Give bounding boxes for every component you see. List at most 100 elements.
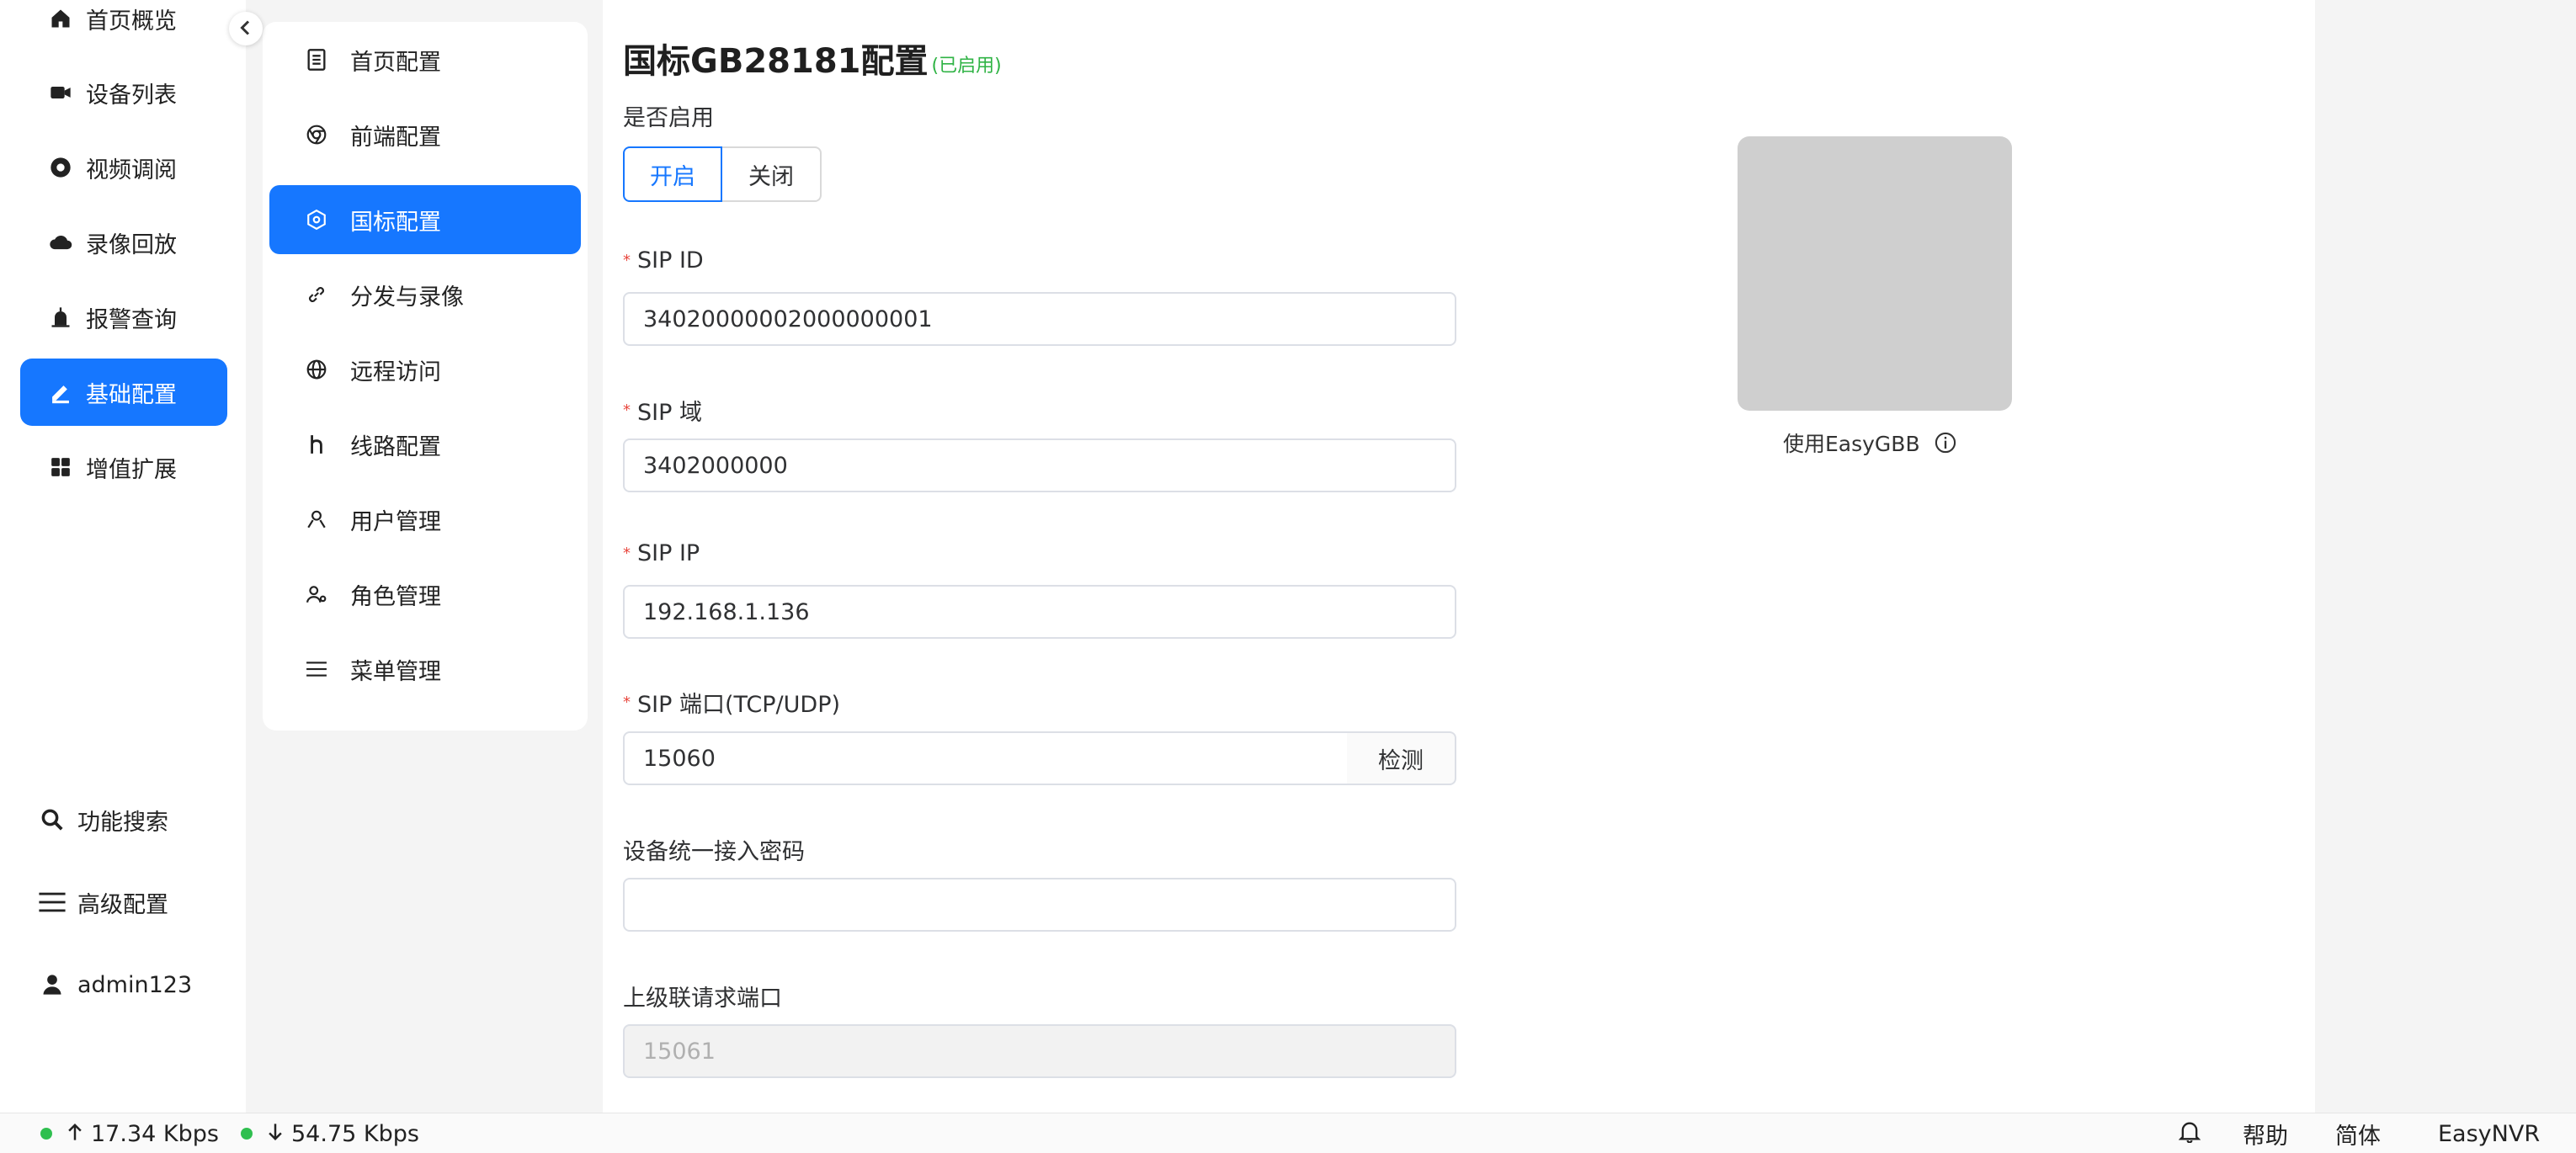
password-label-text: 设备统一接入密码 <box>623 839 805 865</box>
notification-bell[interactable] <box>2178 1113 2201 1153</box>
submenu-item-label: 远程访问 <box>350 359 441 385</box>
page-title-text: 国标GB28181配置 <box>623 42 929 81</box>
list-icon <box>303 659 330 679</box>
qr-caption-text: 使用EasyGBB <box>1783 432 1920 456</box>
submenu-item-label: 用户管理 <box>350 508 441 535</box>
function-search-label: 功能搜索 <box>77 809 168 836</box>
home-icon <box>45 7 76 30</box>
status-badge: (已启用) <box>931 56 1002 77</box>
submenu-item-menu-management[interactable]: 菜单管理 <box>269 635 581 704</box>
sip-port-input[interactable]: 15060 <box>623 731 1349 785</box>
sip-domain-label: * SIP 域 <box>623 394 702 427</box>
sidebar-item-label: 首页概览 <box>86 8 177 35</box>
enable-off-button[interactable]: 关闭 <box>722 146 822 202</box>
sidebar-item-home[interactable]: 首页概览 <box>20 0 227 52</box>
help-link[interactable]: 帮助 <box>2243 1113 2288 1153</box>
bell-icon <box>2178 1119 2201 1149</box>
page-title: 国标GB28181配置 (已启用) <box>623 34 1002 82</box>
user-account-label: admin123 <box>77 971 193 998</box>
upload-rate-text: 17.34 Kbps <box>91 1120 219 1147</box>
sidebar-item-label: 基础配置 <box>86 381 177 408</box>
cascade-port-input: 15061 <box>623 1024 1456 1078</box>
required-mark: * <box>623 545 631 562</box>
sip-id-label: * SIP ID <box>623 247 704 274</box>
sidebar-item-basic-config[interactable]: 基础配置 <box>20 359 227 426</box>
camera-icon <box>45 81 76 104</box>
edit-icon <box>45 380 76 404</box>
submenu-item-frontend-config[interactable]: 前端配置 <box>269 100 581 169</box>
status-bar: 17.34 Kbps 54.75 Kbps 帮助 简体 EasyNVR <box>0 1113 2576 1153</box>
sip-ip-label-text: SIP IP <box>637 540 700 566</box>
globe-icon <box>303 359 330 380</box>
online-dot <box>241 1128 253 1140</box>
sidebar-item-playback[interactable]: 录像回放 <box>20 209 227 276</box>
collapse-sidebar-button[interactable] <box>229 12 263 45</box>
brand-label: EasyNVR <box>2438 1120 2541 1147</box>
chrome-icon <box>303 124 330 146</box>
sip-id-input[interactable]: 34020000002000000001 <box>623 292 1456 346</box>
user-account-button[interactable]: admin123 <box>37 959 192 1010</box>
link-icon <box>303 284 330 306</box>
download-rate-text: 54.75 Kbps <box>291 1120 419 1147</box>
enable-toggle-group: 开启 关闭 <box>623 146 822 202</box>
cloud-icon <box>45 231 76 254</box>
qr-code-placeholder <box>1738 136 2012 411</box>
sidebar-item-label: 设备列表 <box>86 82 177 109</box>
submenu-item-label: 首页配置 <box>350 49 441 76</box>
submenu-item-remote-access[interactable]: 远程访问 <box>269 335 581 404</box>
enable-on-button[interactable]: 开启 <box>623 146 722 202</box>
sip-ip-label: * SIP IP <box>623 540 700 566</box>
sip-port-label-text: SIP 端口(TCP/UDP) <box>637 692 841 718</box>
sip-ip-input[interactable]: 192.168.1.136 <box>623 585 1456 639</box>
submenu-item-label: 菜单管理 <box>350 658 441 685</box>
sidebar-item-devices[interactable]: 设备列表 <box>20 59 227 126</box>
network-icon <box>303 209 330 231</box>
menu-icon <box>37 890 67 915</box>
gb28181-config-panel: 国标GB28181配置 (已启用) 是否启用 开启 关闭 * SIP ID 34… <box>603 0 2315 1113</box>
sidebar-item-extensions[interactable]: 增值扩展 <box>20 433 227 501</box>
route-icon <box>303 433 330 455</box>
sip-domain-input[interactable]: 3402000000 <box>623 438 1456 492</box>
submenu-item-gb-config[interactable]: 国标配置 <box>269 185 581 254</box>
advanced-config-button[interactable]: 高级配置 <box>37 877 168 927</box>
language-switch[interactable]: 简体 <box>2335 1113 2381 1153</box>
video-icon <box>45 156 76 179</box>
enable-label: 是否启用 <box>623 99 714 132</box>
cascade-port-label: 上级联请求端口 <box>623 980 782 1012</box>
user-icon <box>303 508 330 530</box>
submenu-item-label: 线路配置 <box>350 433 441 460</box>
download-rate: 54.75 Kbps <box>241 1113 419 1153</box>
info-icon[interactable] <box>1934 431 1957 454</box>
cascade-port-label-text: 上级联请求端口 <box>623 986 782 1012</box>
main-sidebar: 首页概览 设备列表 视频调阅 录像回放 报警查询 基础配置 增值扩展 功能搜索 … <box>0 0 246 1113</box>
qr-caption: 使用EasyGBB <box>1783 428 1957 458</box>
sidebar-item-alarm[interactable]: 报警查询 <box>20 284 227 351</box>
required-mark: * <box>623 401 631 419</box>
sip-port-label: * SIP 端口(TCP/UDP) <box>623 686 840 719</box>
submenu-item-route-config[interactable]: 线路配置 <box>269 410 581 479</box>
enable-label-text: 是否启用 <box>623 105 714 131</box>
role-icon <box>303 583 330 605</box>
device-password-input[interactable] <box>623 878 1456 932</box>
submenu-item-distribution[interactable]: 分发与录像 <box>269 260 581 329</box>
config-submenu: 首页配置 前端配置 国标配置 分发与录像 远程访问 线路配置 用户管理 角色管理… <box>263 22 588 731</box>
sidebar-item-label: 报警查询 <box>86 306 177 333</box>
sidebar-item-video[interactable]: 视频调阅 <box>20 134 227 201</box>
advanced-config-label: 高级配置 <box>77 891 168 918</box>
required-mark: * <box>623 252 631 269</box>
sidebar-item-label: 录像回放 <box>86 231 177 258</box>
sidebar-item-label: 视频调阅 <box>86 157 177 183</box>
check-port-button[interactable]: 检测 <box>1347 731 1456 785</box>
sidebar-item-label: 增值扩展 <box>86 456 177 483</box>
sip-id-label-text: SIP ID <box>637 247 704 274</box>
arrow-down-icon <box>268 1121 283 1147</box>
submenu-item-user-management[interactable]: 用户管理 <box>269 485 581 554</box>
user-icon <box>37 973 67 996</box>
document-icon <box>303 48 330 72</box>
required-mark: * <box>623 693 631 711</box>
submenu-item-home-config[interactable]: 首页配置 <box>269 25 581 94</box>
chevron-left-icon <box>238 16 253 41</box>
function-search-button[interactable]: 功能搜索 <box>37 794 168 845</box>
submenu-item-role-management[interactable]: 角色管理 <box>269 560 581 629</box>
app-root: 首页概览 设备列表 视频调阅 录像回放 报警查询 基础配置 增值扩展 功能搜索 … <box>0 0 2576 1153</box>
